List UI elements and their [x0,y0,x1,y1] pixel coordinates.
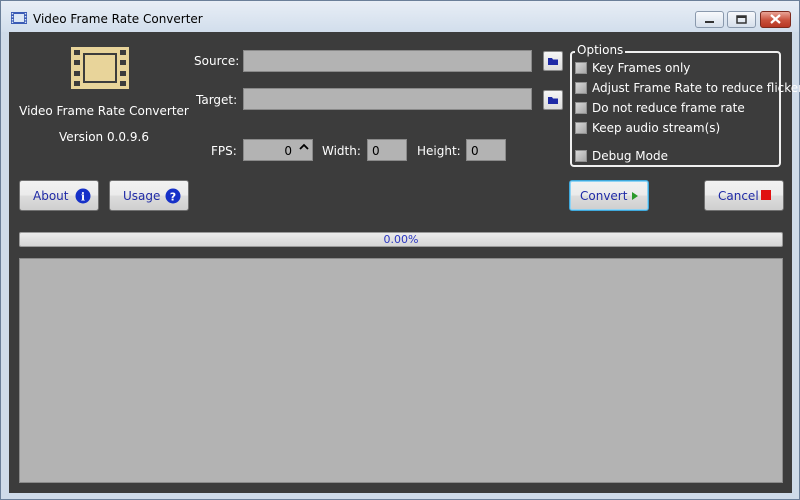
checkbox[interactable] [575,150,587,162]
info-icon: i [75,188,91,204]
cancel-button[interactable]: Cancel [704,180,784,211]
app-window: Video Frame Rate Converter Video Frame R… [0,0,800,500]
about-button[interactable]: About i [19,180,99,211]
checkbox[interactable] [575,62,587,74]
height-value: 0 [471,144,479,158]
film-strip-icon [11,12,27,24]
width-value: 0 [372,144,380,158]
fps-spinner[interactable]: 0 [243,139,313,161]
app-version: Version 0.0.9.6 [59,130,149,144]
checkbox[interactable] [575,122,587,134]
about-button-label: About [33,189,69,203]
stop-icon [761,190,771,200]
width-input[interactable]: 0 [367,139,407,161]
main-panel: Video Frame Rate Converter Version 0.0.9… [9,32,800,493]
convert-button-label: Convert [580,189,628,203]
source-input[interactable] [243,50,532,72]
height-input[interactable]: 0 [466,139,506,161]
help-icon: ? [165,188,181,204]
folder-icon [548,58,558,65]
window-title: Video Frame Rate Converter [33,12,203,26]
minimize-icon [705,21,714,23]
option-label: Key Frames only [592,61,691,75]
svg-text:?: ? [170,191,176,204]
option-label: Debug Mode [592,149,668,163]
svg-text:i: i [81,191,85,204]
height-label: Height: [417,144,461,158]
target-label: Target: [196,93,238,107]
maximize-icon [736,15,747,24]
minimize-button[interactable] [695,11,724,28]
spinner-up-icon[interactable] [299,143,309,151]
cancel-button-label: Cancel [718,189,759,203]
app-name: Video Frame Rate Converter [19,104,189,118]
source-browse-button[interactable] [543,51,563,71]
fps-value: 0 [284,144,292,158]
title-bar[interactable]: Video Frame Rate Converter [1,1,799,32]
log-output[interactable] [19,258,783,483]
close-icon [770,14,781,24]
close-button[interactable] [760,11,791,28]
usage-button[interactable]: Usage ? [109,180,189,211]
progress-text: 0.00% [383,233,419,246]
target-browse-button[interactable] [543,90,563,110]
target-input[interactable] [243,88,532,110]
convert-button[interactable]: Convert [569,180,649,211]
usage-button-label: Usage [123,189,161,203]
fps-label: FPS: [211,144,237,158]
option-label: Adjust Frame Rate to reduce flicker [592,81,800,95]
width-label: Width: [322,144,361,158]
checkbox[interactable] [575,102,587,114]
play-icon [632,192,638,200]
option-label: Keep audio stream(s) [592,121,721,135]
source-label: Source: [194,54,240,68]
folder-icon [548,97,558,104]
film-strip-icon [71,47,129,89]
option-label: Do not reduce frame rate [592,101,745,115]
maximize-button[interactable] [727,11,756,28]
checkbox[interactable] [575,82,587,94]
options-legend: Options [575,43,626,57]
progress-bar: 0.00% [19,232,783,247]
